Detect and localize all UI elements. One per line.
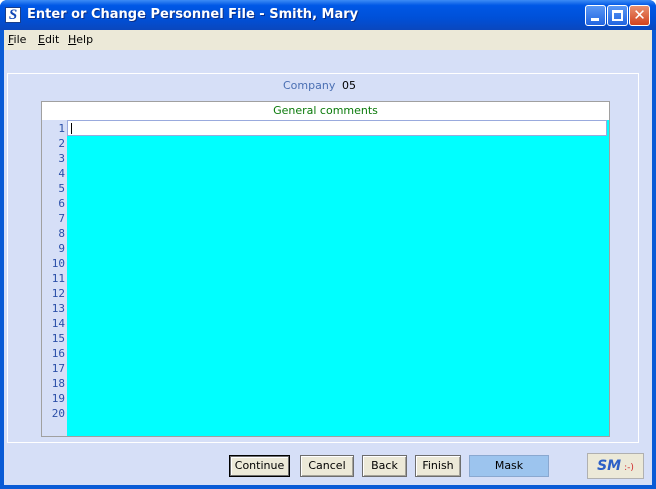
line-number: 16 — [51, 347, 65, 360]
menu-edit[interactable]: Edit — [38, 33, 59, 46]
line-number-gutter: 1 2 3 4 5 6 7 8 9 10 11 12 13 14 15 16 1 — [42, 120, 67, 436]
line-number: 18 — [51, 377, 65, 390]
close-button[interactable]: ✕ — [629, 5, 650, 26]
line-number: 12 — [51, 287, 65, 300]
line-number: 13 — [51, 302, 65, 315]
mask-button[interactable]: Mask — [469, 455, 549, 477]
line-number: 17 — [51, 362, 65, 375]
line-number: 7 — [58, 212, 65, 225]
line-number: 4 — [58, 167, 65, 180]
line-number: 3 — [58, 152, 65, 165]
sm-logo-button[interactable]: SM :-) — [587, 453, 644, 479]
line-number: 5 — [58, 182, 65, 195]
maximize-button[interactable] — [607, 5, 628, 26]
line-number: 10 — [51, 257, 65, 270]
line-number: 14 — [51, 317, 65, 330]
line-number: 11 — [51, 272, 65, 285]
comments-text-area[interactable] — [67, 120, 609, 436]
menu-bar: File Edit Help — [4, 30, 652, 49]
general-comments-box: General comments 1 2 3 4 5 6 7 8 9 10 11… — [41, 101, 610, 437]
line-number: 9 — [58, 242, 65, 255]
cancel-button[interactable]: Cancel — [300, 455, 354, 477]
maximize-icon — [612, 10, 623, 21]
company-label: Company — [283, 79, 336, 92]
line-number: 1 — [58, 122, 65, 135]
general-comments-title: General comments — [42, 102, 609, 120]
title-bar[interactable]: S Enter or Change Personnel File - Smith… — [0, 0, 656, 30]
text-caret — [71, 123, 72, 134]
line-number: 2 — [58, 137, 65, 150]
smiley-icon: :-) — [624, 463, 634, 473]
menu-help[interactable]: Help — [68, 33, 93, 46]
line-number: 8 — [58, 227, 65, 240]
form-panel: Company 05 General comments 1 2 3 4 5 6 … — [4, 50, 652, 485]
window-client-area: File Edit Help Company 05 General commen… — [4, 30, 652, 485]
company-value: 05 — [342, 79, 356, 92]
menu-file[interactable]: File — [8, 33, 26, 46]
app-icon[interactable]: S — [5, 7, 21, 23]
minimize-button[interactable] — [585, 5, 606, 26]
line-number: 20 — [51, 407, 65, 420]
continue-button[interactable]: Continue — [229, 455, 290, 477]
finish-button[interactable]: Finish — [415, 455, 461, 477]
application-window: S Enter or Change Personnel File - Smith… — [0, 0, 656, 489]
sm-logo-text: SM — [597, 458, 622, 474]
window-title: Enter or Change Personnel File - Smith, … — [27, 7, 359, 22]
back-button[interactable]: Back — [362, 455, 407, 477]
current-line-input[interactable] — [67, 120, 607, 136]
close-icon: ✕ — [633, 6, 646, 24]
minimize-icon — [591, 18, 599, 21]
line-number: 6 — [58, 197, 65, 210]
line-number: 15 — [51, 332, 65, 345]
line-number: 19 — [51, 392, 65, 405]
